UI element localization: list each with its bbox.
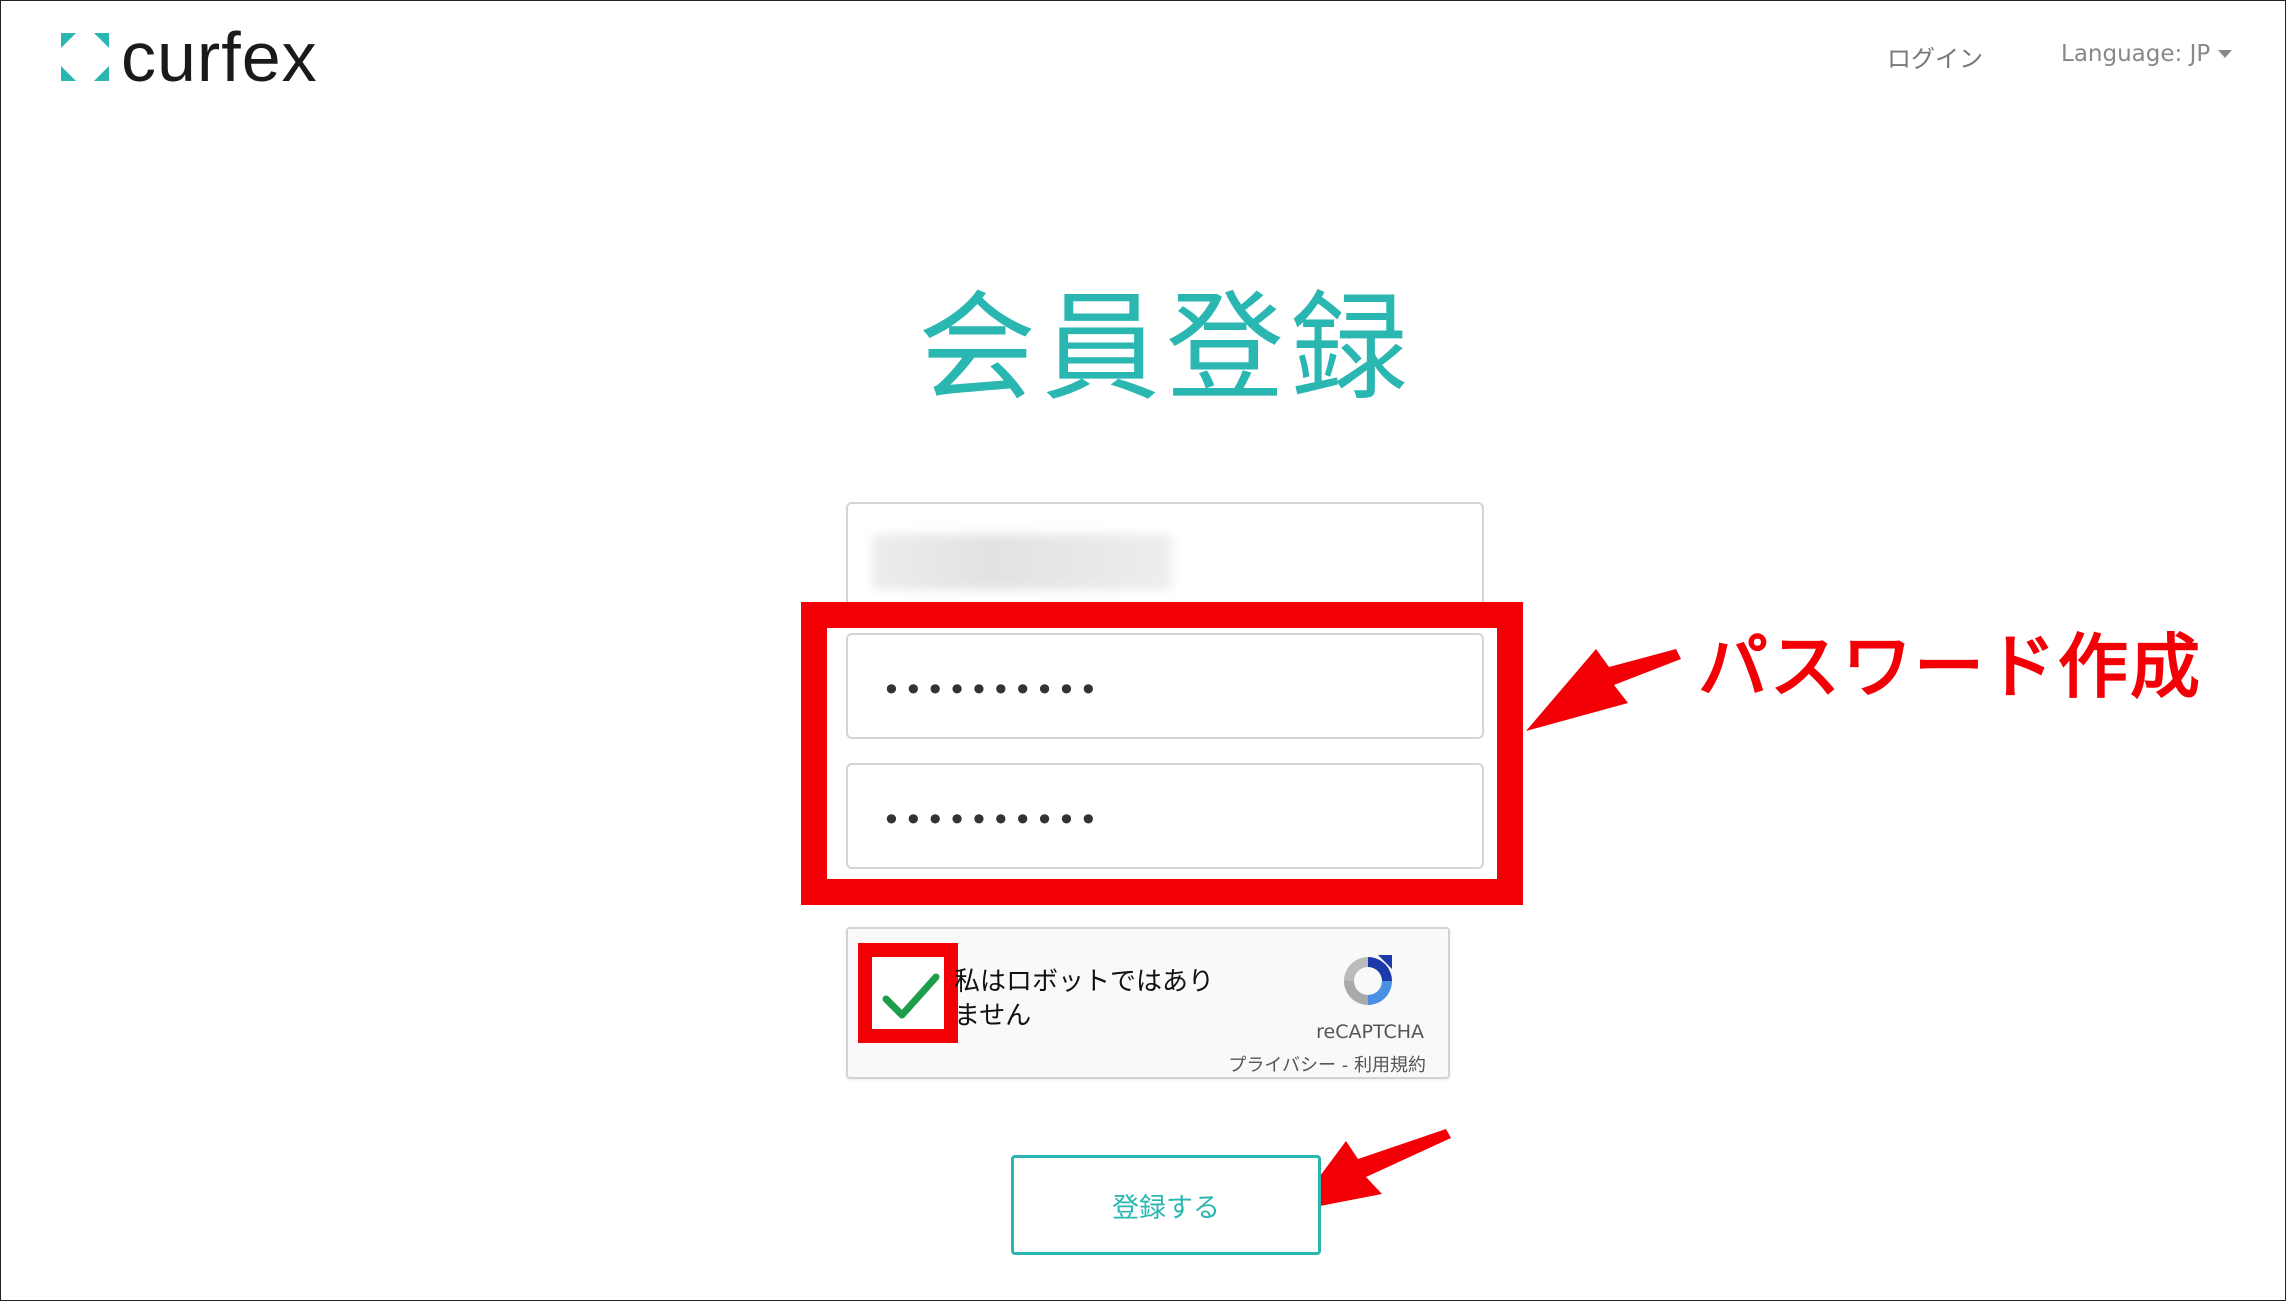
checkmark-icon — [882, 973, 940, 1019]
page-frame: curfex ログイン Language: JP 会員登録 ••••••••••… — [0, 0, 2286, 1301]
recaptcha-links[interactable]: プライバシー - 利用規約 — [1228, 1051, 1426, 1077]
register-button[interactable]: 登録する — [1011, 1155, 1321, 1255]
recaptcha-label: 私はロボットではあり ません — [954, 965, 1254, 1033]
recaptcha-widget: 私はロボットではあり ません reCAPTCHA プライバシー - 利用規約 — [846, 927, 1450, 1079]
recaptcha-brand: reCAPTCHA — [1316, 1021, 1424, 1043]
annotation-arrows — [1294, 649, 1681, 1211]
recaptcha-logo-icon — [1344, 955, 1392, 1005]
recaptcha-checkbox[interactable] — [858, 943, 958, 1043]
arrow-to-password-icon — [1526, 649, 1681, 731]
recaptcha-label-line1: 私はロボットではあり — [954, 967, 1215, 997]
recaptcha-label-line2: ません — [954, 1001, 1032, 1031]
